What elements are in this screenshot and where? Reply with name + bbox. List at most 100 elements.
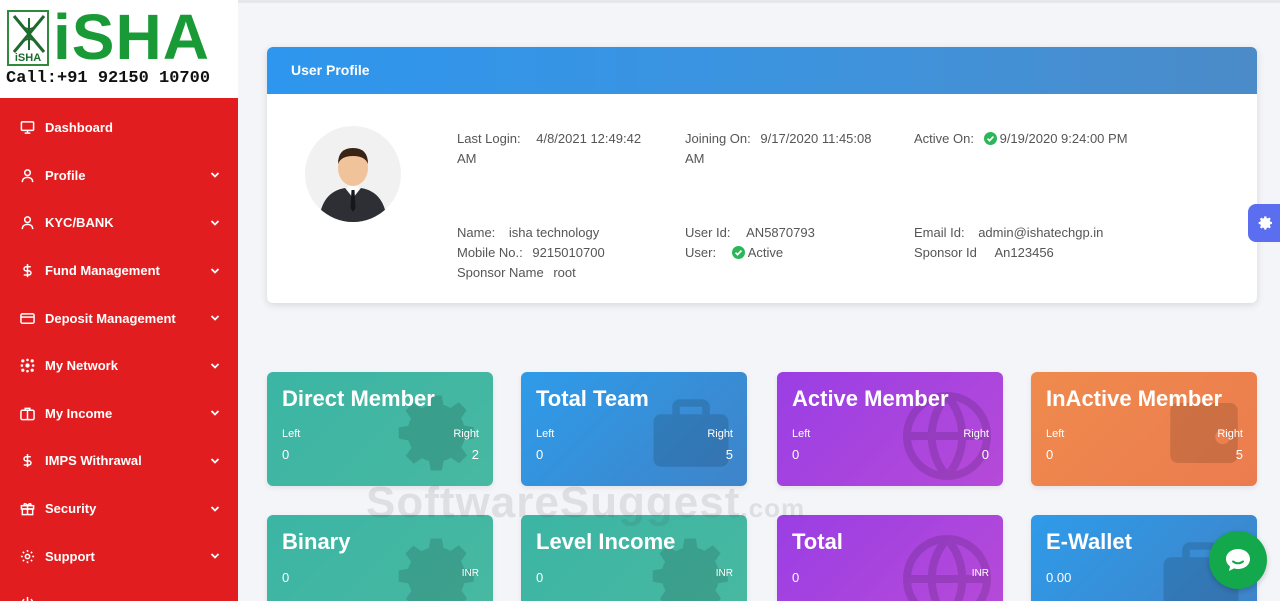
top-divider (238, 0, 1280, 3)
name-mobile-sponsor-info: Name: isha technology Mobile No.: 921501… (457, 225, 605, 280)
chat-button[interactable] (1209, 531, 1267, 589)
active-on-info: Active On: 9/19/2020 9:24:00 PM (914, 131, 1128, 146)
sidebar-item-label: Deposit Management (45, 310, 176, 326)
right-label: Right (963, 428, 989, 440)
card-title: E-Wallet (1046, 529, 1132, 554)
check-circle-icon (731, 246, 745, 259)
sidebar-item-dashboard[interactable]: Dashboard (0, 104, 238, 152)
chevron-down-icon (210, 267, 220, 274)
sidebar-item-imps-withrawal[interactable]: IMPS Withrawal (0, 437, 238, 485)
logo-emblem-icon: iSHA (7, 10, 49, 66)
card-value: 0 (792, 570, 800, 585)
chat-bubble-icon (1226, 549, 1250, 571)
sidebar-item-fund-management[interactable]: Fund Management (0, 247, 238, 295)
dollar-icon (19, 263, 35, 279)
settings-button[interactable] (1248, 204, 1280, 242)
joining-info: Joining On: 9/17/2020 11:45:08 AM (685, 131, 872, 166)
card-value: 0.00 (1046, 570, 1072, 585)
right-value: 5 (1235, 447, 1243, 462)
left-value: 0 (282, 447, 290, 462)
sidebar-item-label: KYC/BANK (45, 215, 114, 231)
sidebar-item-label: Profile (45, 167, 86, 183)
sidebar-item-profile[interactable]: Profile (0, 152, 238, 200)
chevron-down-icon (210, 553, 220, 559)
left-value: 0 (1046, 447, 1054, 462)
currency-unit: INR (971, 568, 989, 579)
avatar (305, 126, 401, 222)
gear-icon (19, 548, 35, 564)
total-team-card[interactable]: Total Team Left Right 0 5 (521, 372, 747, 486)
sidebar: iSHA iSHA Call:+91 92150 10700 Dashboard… (0, 0, 238, 601)
card-value: 0 (536, 570, 544, 585)
chevron-down-icon (210, 315, 220, 321)
card-title: Binary (282, 529, 351, 554)
card-title: Total (792, 529, 843, 554)
left-label: Left (536, 428, 555, 440)
left-label: Left (282, 428, 301, 440)
card-title: Level Income (536, 529, 676, 554)
email-sponsor-id-info: Email Id: admin@ishatechgp.in Sponsor Id… (914, 225, 1104, 260)
user-icon (19, 215, 35, 231)
chevron-down-icon (210, 410, 220, 417)
total-income-card[interactable]: Total 0 INR (777, 515, 1003, 601)
power-icon (19, 596, 35, 601)
sidebar-item-label: My Network (45, 358, 118, 374)
chevron-down-icon (210, 363, 220, 369)
gear-icon (1258, 216, 1272, 230)
credit-card-icon (19, 310, 35, 326)
right-label: Right (707, 428, 733, 440)
inactive-member-card[interactable]: InActive Member Left Right 0 5 (1031, 372, 1257, 486)
left-value: 0 (792, 447, 800, 462)
globe-icon (903, 535, 991, 601)
sidebar-item-label: My Income (45, 405, 113, 421)
card-title: Total Team (536, 386, 649, 411)
user-icon (19, 167, 35, 183)
sidebar-item-label: Dashboard (45, 120, 113, 136)
watermark: SoftwareSuggest.com (366, 478, 806, 527)
active-member-card[interactable]: Active Member Left Right 0 0 (777, 372, 1003, 486)
direct-member-card[interactable]: Direct Member Left Right 0 2 (267, 372, 493, 486)
logo[interactable]: iSHA iSHA Call:+91 92150 10700 (0, 0, 238, 98)
gift-icon (19, 501, 35, 517)
sidebar-item-my-network[interactable]: My Network (0, 342, 238, 390)
dollar-icon (19, 453, 35, 469)
card-title: Direct Member (282, 386, 435, 411)
monitor-icon (19, 120, 35, 136)
chevron-down-icon (210, 458, 220, 464)
sidebar-item-my-income[interactable]: My Income (0, 390, 238, 438)
sidebar-item-label: IMPS Withrawal (45, 453, 142, 469)
network-icon (19, 358, 35, 374)
left-value: 0 (536, 447, 544, 462)
left-label: Left (1046, 428, 1065, 440)
user-profile-header: User Profile (267, 47, 1257, 94)
last-login-info: Last Login: 4/8/2021 12:49:42 AM (457, 131, 642, 166)
sidebar-item-label: Security (45, 501, 97, 517)
chevron-down-icon (210, 220, 220, 226)
currency-unit: INR (715, 568, 733, 579)
sidebar-item-support[interactable]: Support (0, 532, 238, 580)
user-id-info: User Id: AN5870793 User: Active (685, 225, 815, 260)
logo-call-number: Call:+91 92150 10700 (6, 69, 211, 88)
sidebar-item-deposit-management[interactable]: Deposit Management (0, 294, 238, 342)
check-circle-icon (983, 132, 997, 145)
sidebar-item-security[interactable]: Security (0, 485, 238, 533)
sidebar-nav: Dashboard Profile KYC/BANK Fund Manageme… (0, 104, 238, 601)
sidebar-item-logout-partial[interactable] (0, 580, 238, 601)
currency-unit: INR (461, 568, 479, 579)
left-label: Left (792, 428, 811, 440)
sidebar-item-label: Fund Management (45, 263, 160, 279)
card-title: Active Member (792, 386, 949, 411)
right-value: 2 (471, 447, 479, 462)
right-value: 5 (725, 447, 733, 462)
right-value: 0 (981, 447, 989, 462)
sidebar-item-label: Support (45, 548, 95, 564)
gear-icon (398, 538, 474, 601)
chevron-down-icon (210, 172, 220, 179)
card-value: 0 (282, 570, 290, 585)
logo-emblem-text: iSHA (14, 52, 42, 64)
sidebar-item-kyc-bank[interactable]: KYC/BANK (0, 199, 238, 247)
chevron-down-icon (210, 505, 220, 512)
right-label: Right (453, 428, 479, 440)
right-label: Right (1217, 428, 1243, 440)
card-title: InActive Member (1046, 386, 1223, 411)
